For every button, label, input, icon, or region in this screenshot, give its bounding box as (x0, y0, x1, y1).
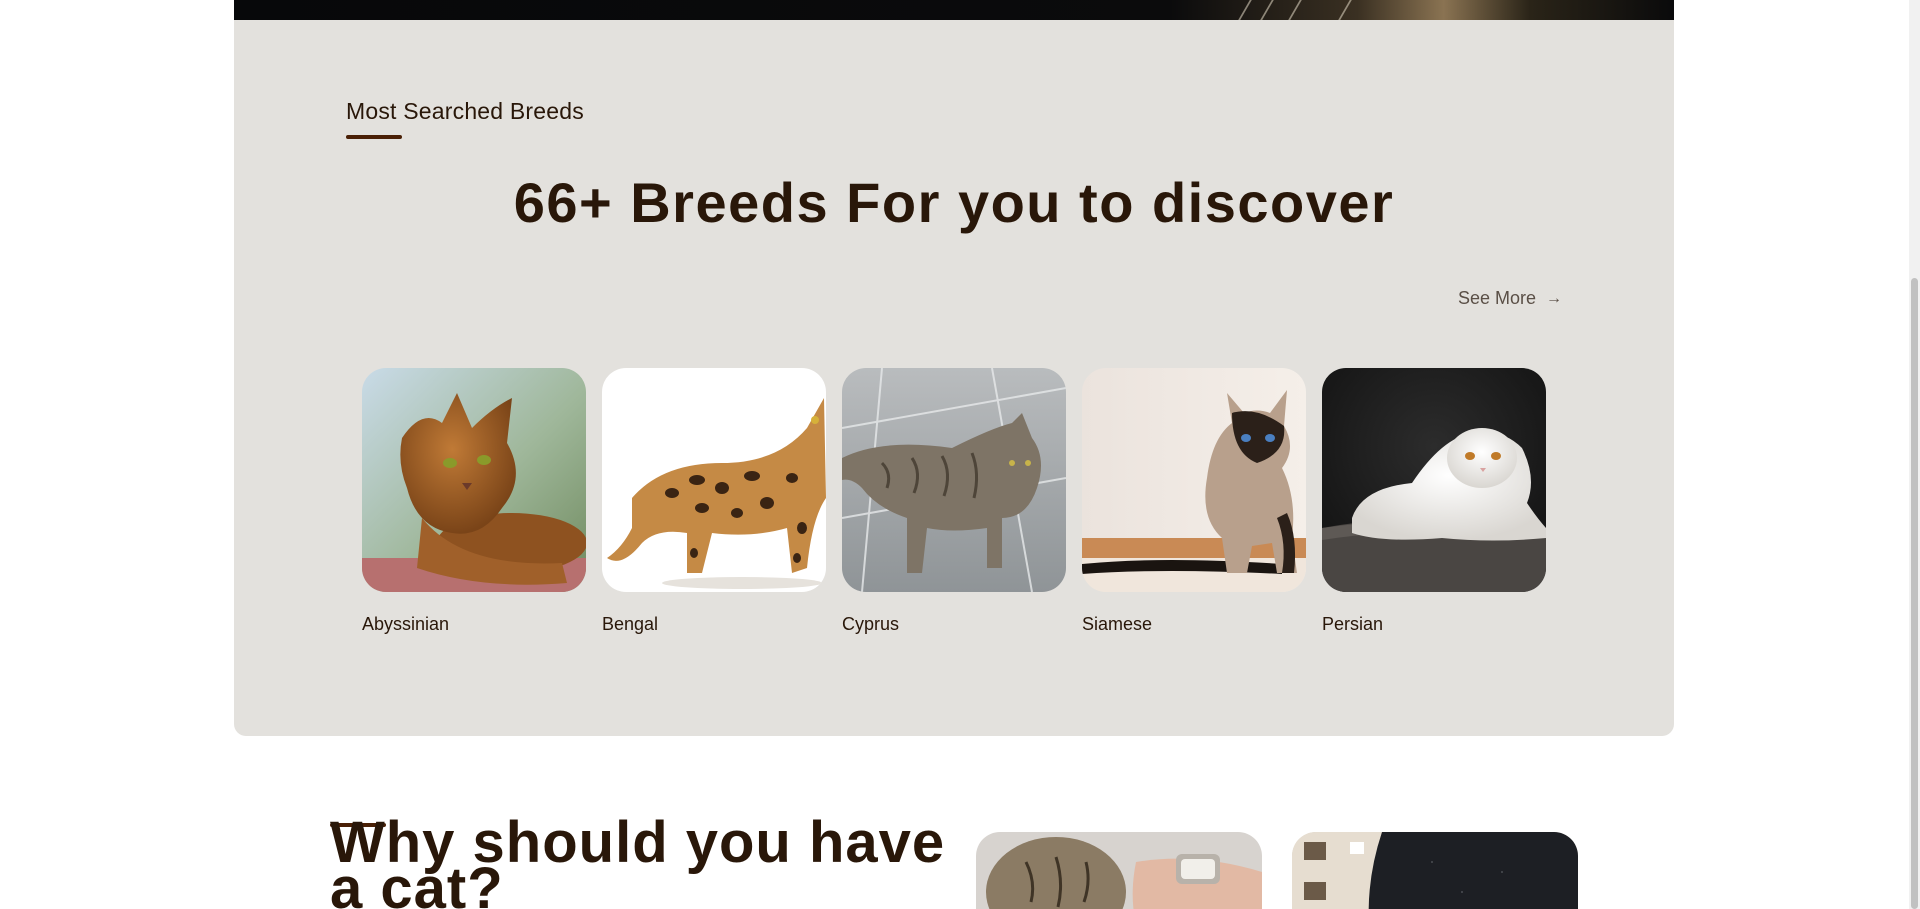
why-photo-cat-with-watch (976, 832, 1262, 909)
section-heading: 66+ Breeds For you to discover (513, 171, 1395, 234)
see-more-link[interactable]: See More → (1458, 288, 1562, 309)
breed-image-abyssinian (362, 368, 586, 592)
why-heading: Why should you have a cat? (330, 810, 946, 909)
breed-image-cyprus (842, 368, 1066, 592)
breed-name: Siamese (1082, 614, 1153, 634)
page: Most Searched Breeds 66+ Breeds For you … (0, 0, 1920, 909)
scrollbar-thumb[interactable] (1911, 278, 1918, 909)
scrollbar-track[interactable] (1909, 0, 1920, 909)
section-eyebrow: Most Searched Breeds (346, 98, 584, 124)
breed-name: Persian (1322, 614, 1384, 634)
arrow-right-icon: → (1546, 289, 1562, 307)
eyebrow-underline (346, 135, 402, 139)
breed-card-siamese[interactable]: Siamese (1082, 368, 1306, 635)
see-more-label: See More (1457, 288, 1536, 308)
hero-image-bottom-edge (234, 0, 1674, 20)
breed-image-siamese (1082, 368, 1306, 592)
breed-name: Cyprus (842, 614, 900, 634)
breed-card-abyssinian[interactable]: Abyssinian (362, 368, 586, 635)
breed-card-cyprus[interactable]: Cyprus (842, 368, 1066, 635)
breed-name: Bengal (602, 614, 659, 634)
breed-image-bengal (602, 368, 826, 592)
breed-list: Abyssinian Bengal Cyprus Siamese Persian (362, 368, 1546, 635)
why-photo-cat-outdoors (1292, 832, 1578, 909)
breed-image-persian (1322, 368, 1546, 592)
breeds-section: Most Searched Breeds 66+ Breeds For you … (234, 20, 1674, 736)
breed-card-persian[interactable]: Persian (1322, 368, 1546, 635)
breed-card-bengal[interactable]: Bengal (602, 368, 826, 635)
breed-name: Abyssinian (362, 614, 450, 634)
